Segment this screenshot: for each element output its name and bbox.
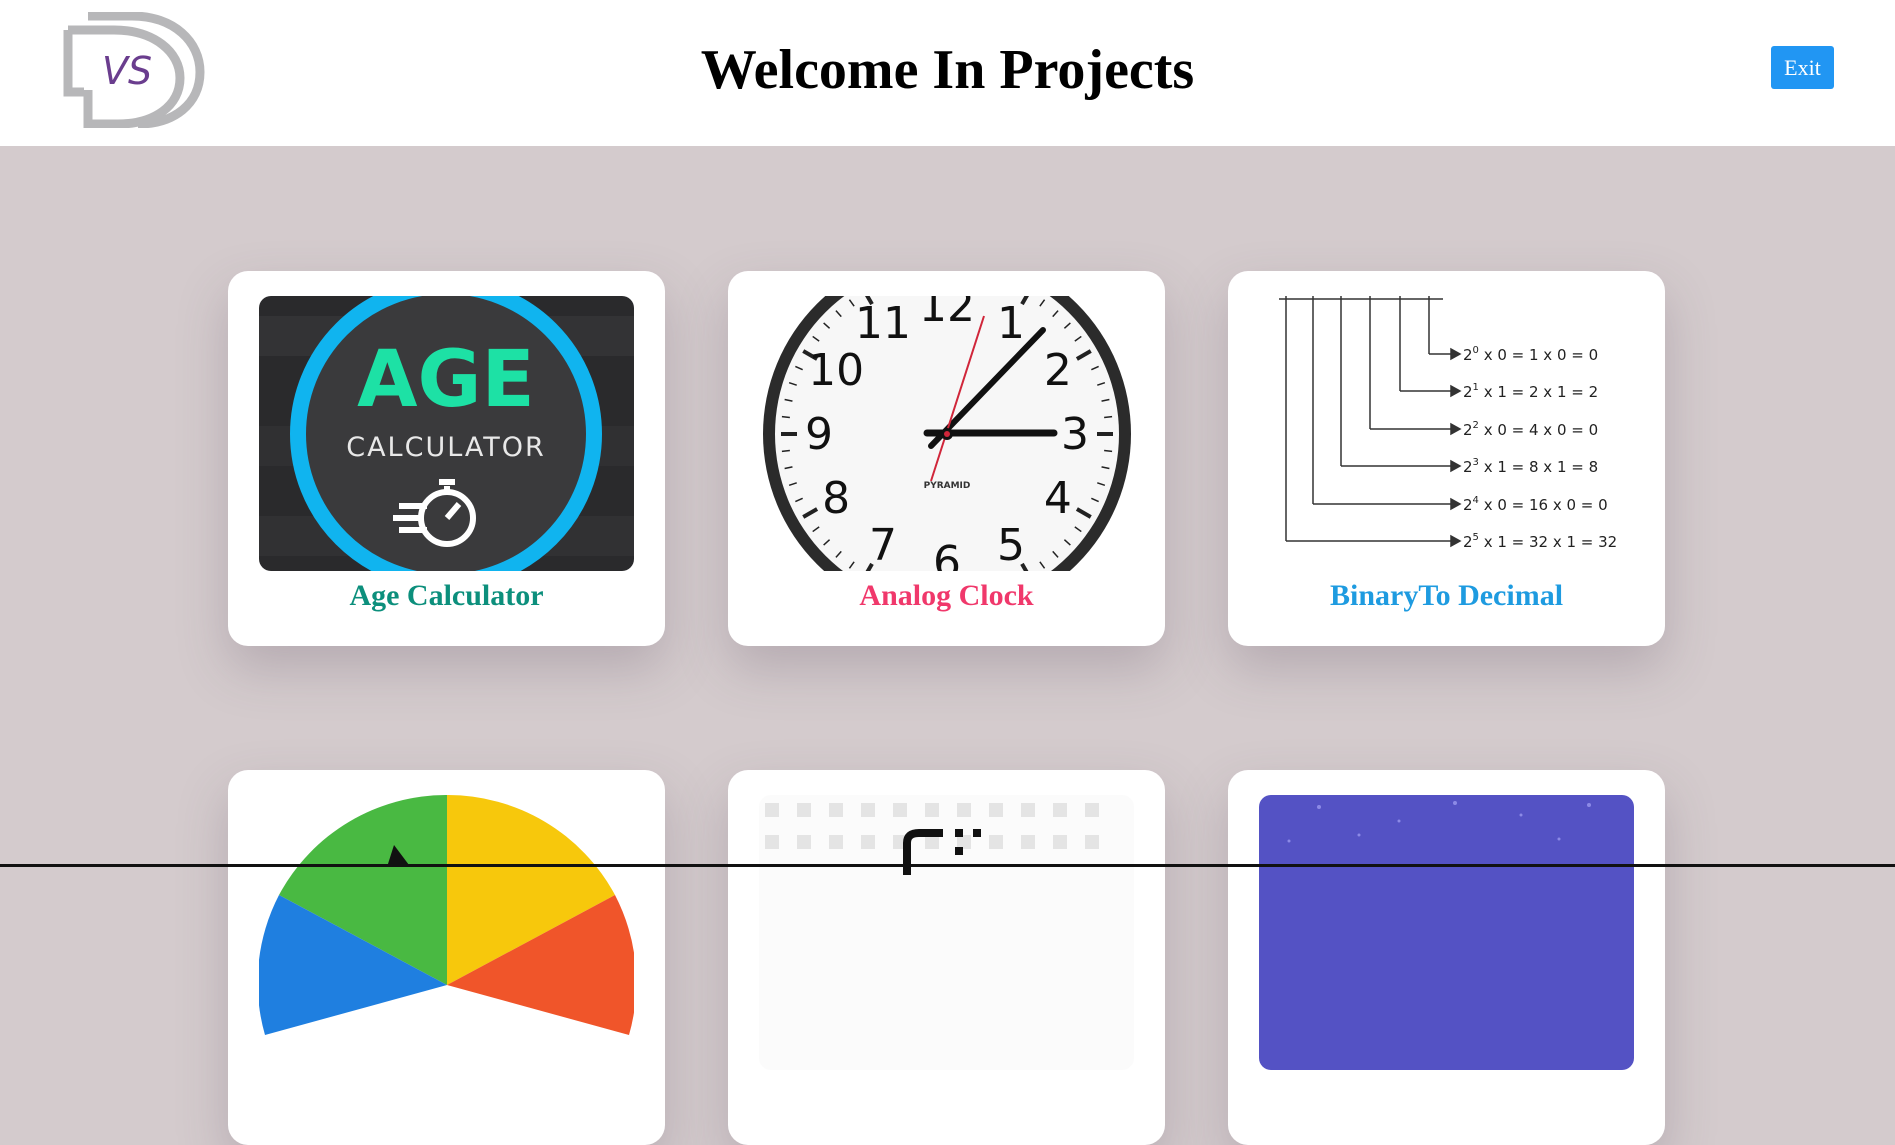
project-card-starry[interactable] [1228, 770, 1665, 1145]
clock-tick [781, 449, 790, 453]
binary-to-decimal-thumbnail: 20 x 0 = 1 x 0 = 0 21 x 1 = 2 x 1 = 2 22 x… [1259, 296, 1634, 571]
clock-tick [1104, 415, 1113, 419]
clock-number: 3 [1061, 409, 1089, 460]
project-title[interactable]: Analog Clock [728, 579, 1165, 613]
clock-number: 4 [1044, 473, 1072, 524]
project-title[interactable]: Age Calculator [228, 579, 665, 613]
clock-brand: PYRAMID [924, 481, 971, 491]
binary-equation: 20 x 0 = 1 x 0 = 0 [1463, 345, 1598, 364]
project-title[interactable]: BinaryTo Decimal [1228, 579, 1665, 613]
analog-clock-thumbnail: 12 1 2 3 4 5 6 7 8 9 10 11 PYRAMID [759, 296, 1134, 571]
top-header: VS Welcome In Projects Exit [0, 0, 1895, 146]
exit-button[interactable]: Exit [1771, 46, 1834, 89]
age-thumb-line1: AGE [357, 335, 535, 425]
clock-number: 11 [855, 298, 911, 349]
clock-number: 8 [822, 473, 850, 524]
age-thumb-line2: CALCULATOR [346, 432, 546, 463]
page-title: Welcome In Projects [700, 39, 1195, 101]
binary-equation: 23 x 1 = 8 x 1 = 8 [1463, 457, 1598, 476]
project-card-age-calculator[interactable]: AGE CALCULATOR Age Calculator [228, 271, 665, 646]
project-card-color-wheel[interactable] [228, 770, 665, 1145]
clock-number: 7 [869, 520, 897, 571]
age-calculator-thumbnail: AGE CALCULATOR [259, 296, 634, 571]
project-card-binary-to-decimal[interactable]: 20 x 0 = 1 x 0 = 0 21 x 1 = 2 x 1 = 2 22 x… [1228, 271, 1665, 646]
color-wheel-thumbnail [259, 795, 634, 1070]
binary-equation: 22 x 0 = 4 x 0 = 0 [1463, 420, 1598, 439]
clock-number: 12 [919, 296, 975, 332]
project-card-keyboard[interactable] [728, 770, 1165, 1145]
clock-number: 10 [808, 345, 864, 396]
clock-number: 5 [997, 520, 1025, 571]
clock-tick [1104, 449, 1113, 453]
binary-equation: 21 x 1 = 2 x 1 = 2 [1463, 382, 1598, 401]
clock-number: 2 [1044, 345, 1072, 396]
clock-number: 6 [933, 537, 961, 571]
binary-equation: 25 x 1 = 32 x 1 = 32 [1463, 532, 1617, 551]
clock-number: 9 [805, 409, 833, 460]
clock-number: 1 [997, 298, 1025, 349]
binary-equation: 24 x 0 = 16 x 0 = 0 [1463, 495, 1608, 514]
keyboard-thumbnail [759, 795, 1134, 1070]
clock-tick [781, 415, 790, 419]
starry-thumbnail [1259, 795, 1634, 1070]
project-card-analog-clock[interactable]: 12 1 2 3 4 5 6 7 8 9 10 11 PYRAMID Analog Clock [728, 271, 1165, 646]
